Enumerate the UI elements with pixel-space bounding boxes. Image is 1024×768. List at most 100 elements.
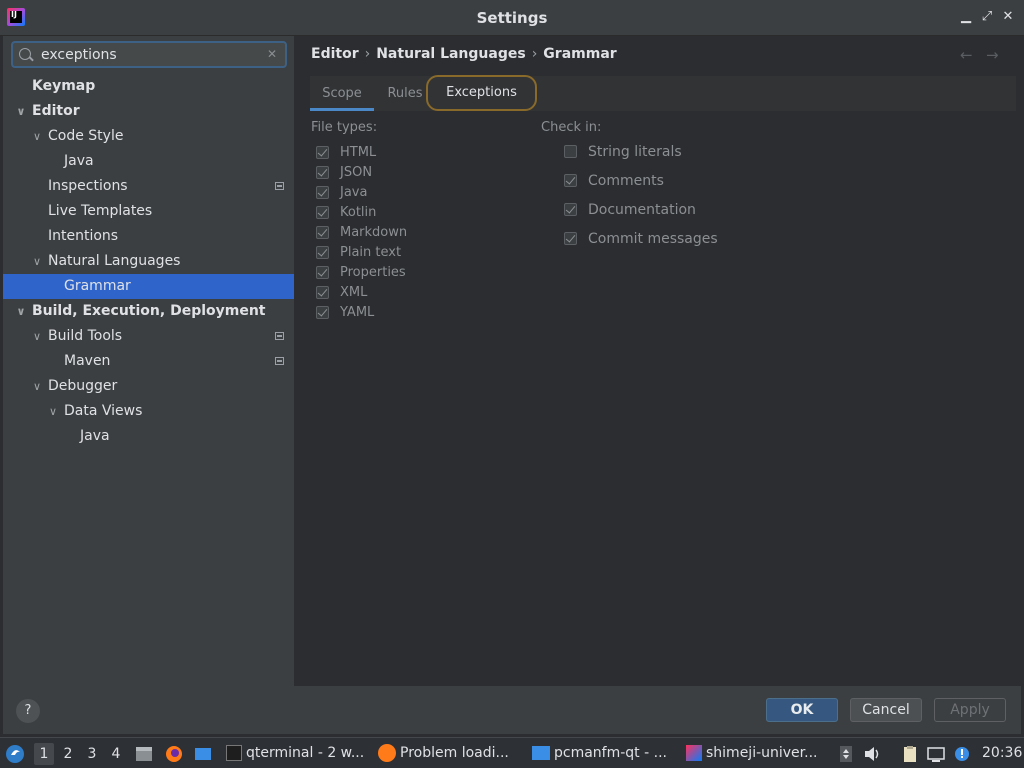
tree-item-label: Grammar [64, 278, 131, 294]
tree-item[interactable]: Maven [3, 349, 294, 374]
taskbar-window-qterminal[interactable]: qterminal - 2 w... [226, 738, 366, 768]
checkbox[interactable] [316, 306, 329, 319]
breadcrumb-separator: › [364, 46, 371, 62]
checkbox[interactable] [316, 246, 329, 259]
scroll-indicator-icon[interactable] [836, 744, 856, 764]
checkbox-label: XML [340, 285, 368, 300]
settings-search-box[interactable]: ✕ [11, 41, 287, 68]
search-icon [19, 48, 31, 60]
tree-item-label: Natural Languages [48, 253, 181, 269]
terminal-icon [226, 745, 242, 761]
checkbox[interactable] [316, 226, 329, 239]
project-level-icon [275, 182, 284, 190]
chevron-down-icon[interactable]: ∨ [31, 324, 43, 349]
cancel-button[interactable]: Cancel [850, 698, 922, 722]
folder-icon [532, 746, 550, 760]
tree-item-label: Build, Execution, Deployment [32, 303, 266, 319]
tree-item-label: Live Templates [48, 203, 153, 219]
taskbar-window-pcmanfm[interactable]: pcmanfm-qt - ... [532, 738, 672, 768]
tree-item[interactable]: ∨ Debugger [3, 374, 294, 399]
desktop-launcher-icon[interactable] [193, 744, 213, 764]
back-arrow-icon[interactable]: ← [960, 46, 973, 64]
ok-button[interactable]: OK [766, 698, 838, 722]
checkbox[interactable] [316, 206, 329, 219]
breadcrumb: Editor › Natural Languages › Grammar [311, 46, 617, 62]
forward-arrow-icon[interactable]: → [986, 46, 999, 64]
notification-icon[interactable] [952, 744, 972, 764]
clipboard-icon[interactable] [900, 744, 920, 764]
workspace-4[interactable]: 4 [106, 743, 126, 765]
volume-icon[interactable] [862, 744, 882, 764]
taskbar-window-label: qterminal - 2 w... [246, 745, 365, 761]
checkbox-label: JSON [340, 165, 373, 180]
checkbox[interactable] [316, 166, 329, 179]
apply-button[interactable]: Apply [934, 698, 1006, 722]
breadcrumb-natural-languages: Natural Languages [376, 46, 526, 62]
clear-search-icon[interactable]: ✕ [267, 47, 277, 61]
workspace-1[interactable]: 1 [34, 743, 54, 765]
tree-item[interactable]: ∨ Build Tools [3, 324, 294, 349]
chevron-down-icon[interactable]: ∨ [31, 124, 43, 149]
workspace-2[interactable]: 2 [58, 743, 78, 765]
tree-item-label: Java [80, 428, 110, 444]
checkbox[interactable] [316, 286, 329, 299]
intellij-icon [686, 745, 702, 761]
settings-search-input[interactable] [41, 45, 261, 65]
workspace-3[interactable]: 3 [82, 743, 102, 765]
tree-item[interactable]: Live Templates [3, 199, 294, 224]
taskbar: 1 2 3 4 qterminal - 2 w... Problem loadi… [0, 737, 1024, 768]
checkbox[interactable] [564, 174, 577, 187]
tree-item-label: Java [64, 153, 94, 169]
tree-item-label: Maven [64, 353, 111, 369]
project-level-icon [275, 357, 284, 365]
file-manager-launcher-icon[interactable] [134, 744, 154, 764]
minimize-button[interactable]: ▁ [958, 9, 974, 25]
tab-rules[interactable]: Rules [380, 76, 430, 111]
checkbox[interactable] [316, 266, 329, 279]
clock[interactable]: 20:36 [982, 738, 1022, 768]
tree-item[interactable]: ∨ Editor [3, 99, 294, 124]
tab-scope[interactable]: Scope [310, 76, 374, 111]
file-types-label: File types: [311, 120, 378, 135]
checkbox-label: YAML [340, 305, 375, 320]
checkbox[interactable] [564, 203, 577, 216]
tree-item-label: Inspections [48, 178, 128, 194]
tree-item[interactable]: ∨ Data Views [3, 399, 294, 424]
checkbox[interactable] [564, 145, 577, 158]
firefox-icon [378, 744, 396, 762]
chevron-down-icon[interactable]: ∨ [47, 399, 59, 424]
network-icon[interactable] [926, 744, 946, 764]
chevron-down-icon[interactable]: ∨ [15, 299, 27, 324]
tree-item[interactable]: ∨ Natural Languages [3, 249, 294, 274]
checkbox-label: Kotlin [340, 205, 377, 220]
chevron-down-icon[interactable]: ∨ [15, 99, 27, 124]
breadcrumb-editor: Editor [311, 46, 359, 62]
checkbox-label: Java [340, 185, 368, 200]
chevron-down-icon[interactable]: ∨ [31, 374, 43, 399]
close-window-button[interactable]: ✕ [1000, 9, 1016, 25]
checkbox[interactable] [564, 232, 577, 245]
tree-item-label: Intentions [48, 228, 119, 244]
maximize-button[interactable]: ⤢ [979, 9, 995, 25]
chevron-down-icon[interactable]: ∨ [31, 249, 43, 274]
firefox-launcher-icon[interactable] [164, 744, 184, 764]
help-button[interactable]: ? [16, 699, 40, 723]
tree-item[interactable]: Java [3, 149, 294, 174]
tree-item-label: Build Tools [48, 328, 123, 344]
grammar-tabs: Scope Rules Exceptions [310, 75, 1016, 111]
taskbar-window-shimeji[interactable]: shimeji-univer... [686, 738, 826, 768]
checkbox-label: Documentation [588, 202, 696, 218]
tree-item[interactable]: Intentions [3, 224, 294, 249]
checkbox[interactable] [316, 146, 329, 159]
start-menu-icon[interactable] [5, 744, 25, 764]
tab-exceptions[interactable]: Exceptions [426, 75, 537, 111]
tree-item[interactable]: ∨ Code Style [3, 124, 294, 149]
checkbox[interactable] [316, 186, 329, 199]
tree-item[interactable]: Grammar [3, 274, 294, 299]
tree-item[interactable]: ∨ Build, Execution, Deployment [3, 299, 294, 324]
tree-item-label: Code Style [48, 128, 124, 144]
tree-item[interactable]: Keymap [3, 74, 294, 99]
taskbar-window-firefox[interactable]: Problem loadi... [378, 738, 518, 768]
tree-item[interactable]: Inspections [3, 174, 294, 199]
tree-item[interactable]: Java [3, 424, 294, 449]
